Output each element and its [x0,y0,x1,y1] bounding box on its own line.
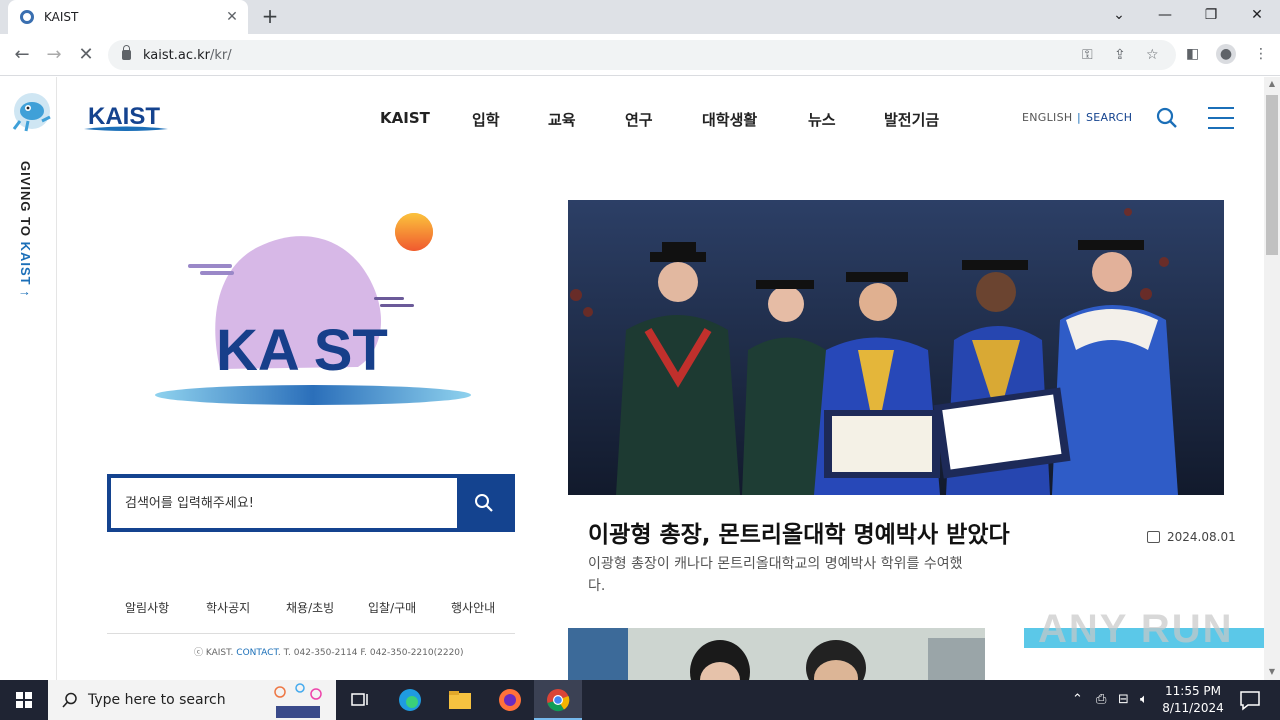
restore-button[interactable]: ❐ [1188,0,1234,34]
browser-tab[interactable]: KAIST ✕ [8,0,248,34]
side-panel-icon[interactable]: ◧ [1186,46,1199,62]
logo-swoosh-icon [84,126,168,131]
nav-research[interactable]: 연구 [625,109,653,129]
profile-avatar-icon[interactable]: ● [1216,44,1236,64]
search-submit-icon [475,494,493,512]
search-submit-button[interactable] [457,478,511,528]
contact-link[interactable]: CONTACT [236,648,278,658]
browser-toolbar: ← → ✕ kaist.ac.kr/kr/ ⚿ ⇪ ☆ ◧ ● ⋮ [0,34,1280,76]
taskbar-search-icon [62,692,77,708]
menu-kebab-icon[interactable]: ⋮ [1254,46,1268,62]
quick-link-recruit[interactable]: 채용/초빙 [286,599,334,616]
tray-volume-icon[interactable]: 🔈︎ [1140,692,1148,707]
address-bar[interactable]: kaist.ac.kr/kr/ ⚿ ⇪ ☆ [108,40,1176,70]
share-icon[interactable]: ⇪ [1114,47,1126,63]
taskbar-search-box[interactable]: Type here to search [48,680,336,720]
scroll-down-arrow-icon[interactable]: ▼ [1264,667,1280,676]
util-separator: | [1077,111,1082,124]
page-scrollbar[interactable]: ▲ ▼ [1264,77,1280,680]
news-hero-image[interactable] [568,200,1224,495]
task-view-icon[interactable] [346,686,374,714]
news-thumbnail-1[interactable] [568,628,985,680]
tab-search-chevron-icon[interactable]: ⌄ [1096,0,1142,34]
quick-link-bid[interactable]: 입찰/구매 [368,599,416,616]
giving-sidebar: GIVING TO KAIST ↑ [0,77,57,680]
nav-admission[interactable]: 입학 [472,109,500,129]
giving-to-kaist-link[interactable]: GIVING TO KAIST ↑ [18,161,33,298]
file-explorer-icon[interactable] [446,686,474,714]
close-tab-icon[interactable]: ✕ [220,9,244,25]
url-text[interactable]: kaist.ac.kr/kr/ [143,48,232,63]
taskbar-search-placeholder: Type here to search [88,692,226,708]
search-input[interactable] [111,478,457,528]
nav-news[interactable]: 뉴스 [808,109,836,129]
chrome-icon [547,689,570,712]
notification-center-icon[interactable] [1236,686,1264,714]
calendar-icon [1147,531,1160,543]
nav-kaist[interactable]: KAIST [380,109,430,129]
bookmark-star-icon[interactable]: ☆ [1146,47,1159,63]
english-link[interactable]: ENGLISH [1022,111,1072,124]
kaist-illustration: KA ST [155,213,471,405]
search-link[interactable]: SEARCH [1086,111,1132,124]
mascot-icon[interactable] [8,91,54,135]
site-search-box [107,474,515,532]
tray-chevron-icon[interactable]: ⌃ [1072,692,1083,707]
edge-icon[interactable] [396,686,424,714]
anyrun-watermark: ANY RUN [1038,607,1234,651]
firefox-icon[interactable] [496,686,524,714]
back-button[interactable]: ← [10,43,34,67]
nav-fund[interactable]: 발전기금 [884,109,939,129]
search-icon[interactable] [1156,107,1178,129]
forward-button[interactable]: → [42,43,66,67]
search-highlight-fireworks-icon [273,683,322,718]
close-window-button[interactable]: ✕ [1234,0,1280,34]
nav-education[interactable]: 교육 [548,109,576,129]
tray-network-device-icon[interactable]: ⎙ [1096,692,1106,707]
scrollbar-thumb[interactable] [1266,95,1278,255]
footer-contact: ⓒ KAIST. CONTACT. T. 042-350-2114 F. 042… [194,648,464,658]
footer-divider [107,633,515,634]
windows-start-icon[interactable] [0,680,48,720]
new-tab-button[interactable]: + [258,4,282,28]
stop-loading-button[interactable]: ✕ [74,43,98,67]
chrome-taskbar-button[interactable] [534,680,582,720]
illustration-text: KA ST [216,318,388,383]
quick-link-notices[interactable]: 알림사항 [125,599,169,616]
tray-network-icon[interactable]: ⊟ [1118,692,1129,707]
lock-icon[interactable] [122,45,131,60]
minimize-button[interactable]: — [1142,0,1188,34]
news-date: 2024.08.01 [1167,530,1236,544]
news-description[interactable]: 이광형 총장이 캐나다 몬트리올대학교의 명예박사 학위를 수여했다. [588,553,978,597]
tab-strip: KAIST ✕ + ⌄ — ❐ ✕ [0,0,1280,34]
taskbar-clock[interactable]: 11:55 PM 8/11/2024 [1158,683,1228,717]
kaist-favicon-icon [20,10,34,24]
news-headline[interactable]: 이광형 총장, 몬트리올대학 명예박사 받았다 [588,515,1010,549]
scroll-up-arrow-icon[interactable]: ▲ [1264,79,1280,88]
nav-campus-life[interactable]: 대학생활 [702,109,757,129]
tab-title: KAIST [44,10,79,24]
menu-hamburger-icon[interactable] [1208,107,1234,129]
web-page: GIVING TO KAIST ↑ KAIST KAIST 입학 교육 연구 대… [0,77,1264,680]
key-icon[interactable]: ⚿ [1082,47,1093,63]
windows-taskbar: Type here to search ⌃ ⎙ ⊟ 🔈︎ 11:55 PM 8/… [0,680,1280,720]
quick-link-academic[interactable]: 학사공지 [206,599,250,616]
quick-link-events[interactable]: 행사안내 [451,599,495,616]
